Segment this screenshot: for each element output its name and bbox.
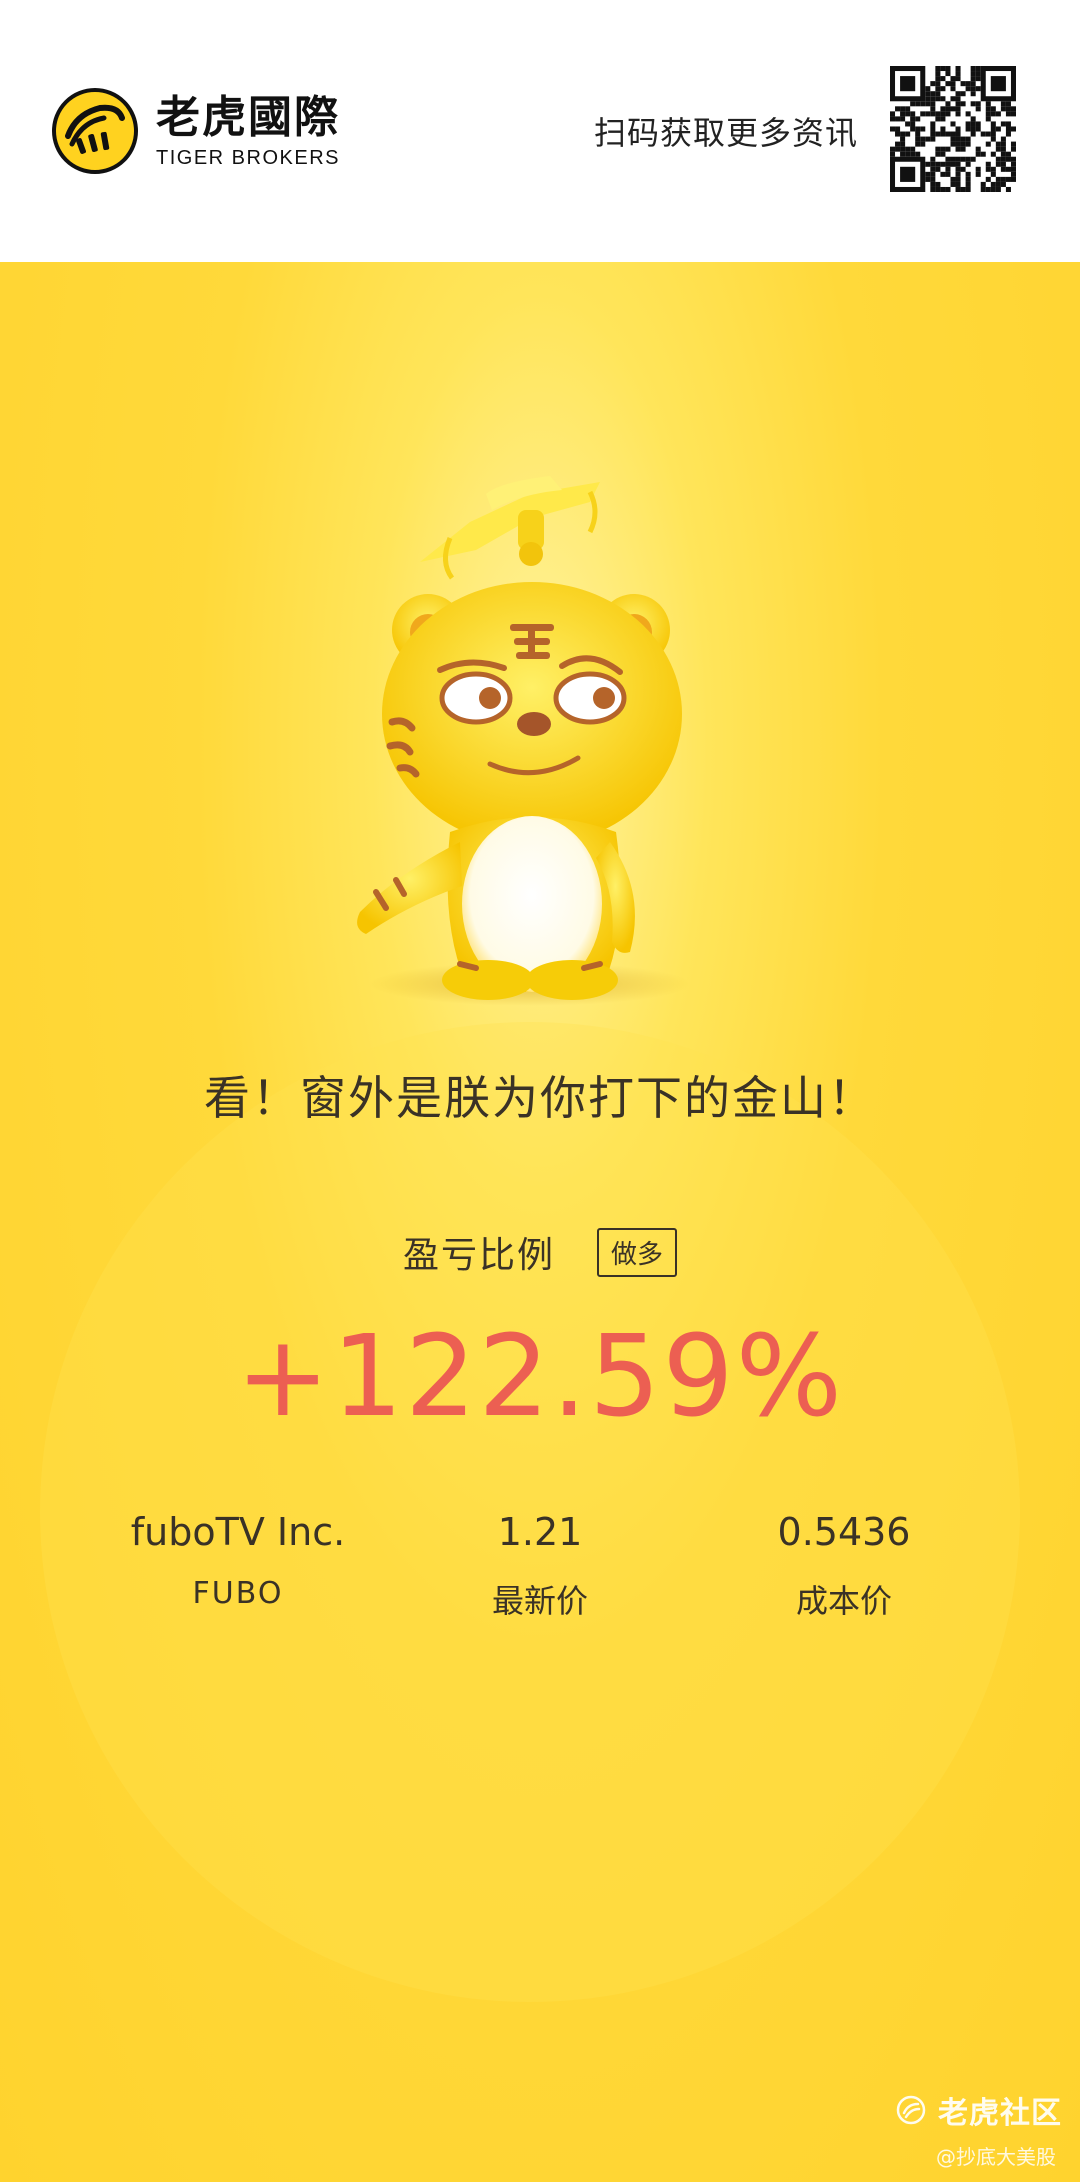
qr-code-icon[interactable] xyxy=(890,66,1016,192)
latest-price-value: 1.21 xyxy=(497,1510,583,1554)
profit-ratio-value: +122.59% xyxy=(235,1312,845,1442)
share-card: 老虎國際 TIGER BROKERS 扫码获取更多资讯 看！窗外是朕为你打下的金… xyxy=(0,0,1080,2182)
cost-price: 0.5436 成本价 xyxy=(694,1510,994,1622)
watermark-title: 老虎社区 xyxy=(938,2096,1062,2131)
brand-name-en: TIGER BROKERS xyxy=(156,146,340,169)
ratio-row: 盈亏比例 做多 xyxy=(0,1226,1080,1278)
tiger-logo-icon xyxy=(52,88,138,174)
cost-price-label: 成本价 xyxy=(795,1582,892,1620)
tiger-community-icon xyxy=(896,2095,926,2125)
ratio-label: 盈亏比例 xyxy=(402,1235,555,1276)
latest-price-label: 最新价 xyxy=(491,1582,588,1620)
slogan: 看！窗外是朕为你打下的金山！ xyxy=(204,1071,876,1125)
header: 老虎國際 TIGER BROKERS 扫码获取更多资讯 xyxy=(0,0,1080,262)
direction-tag: 做多 xyxy=(597,1227,678,1277)
stock-info: fuboTV Inc. FUBO xyxy=(88,1510,388,1611)
community-watermark: 老虎社区 xyxy=(896,2088,1062,2132)
tiger-mascot-illustration xyxy=(300,372,780,1016)
latest-price: 1.21 最新价 xyxy=(390,1510,690,1622)
watermark-subtitle: @抄底大美股 xyxy=(936,2145,1056,2169)
brand-text: 老虎國際 TIGER BROKERS xyxy=(156,91,340,170)
hero-section: 看！窗外是朕为你打下的金山！ 盈亏比例 做多 +122.59% fuboTV I… xyxy=(0,262,1080,2182)
stock-ticker: FUBO xyxy=(192,1576,284,1611)
qr-hint: 扫码获取更多资讯 xyxy=(593,114,858,152)
brand: 老虎國際 TIGER BROKERS xyxy=(52,88,340,174)
brand-name-cn: 老虎國際 xyxy=(156,91,340,143)
cost-price-value: 0.5436 xyxy=(777,1510,911,1554)
stock-name: fuboTV Inc. xyxy=(130,1510,346,1554)
